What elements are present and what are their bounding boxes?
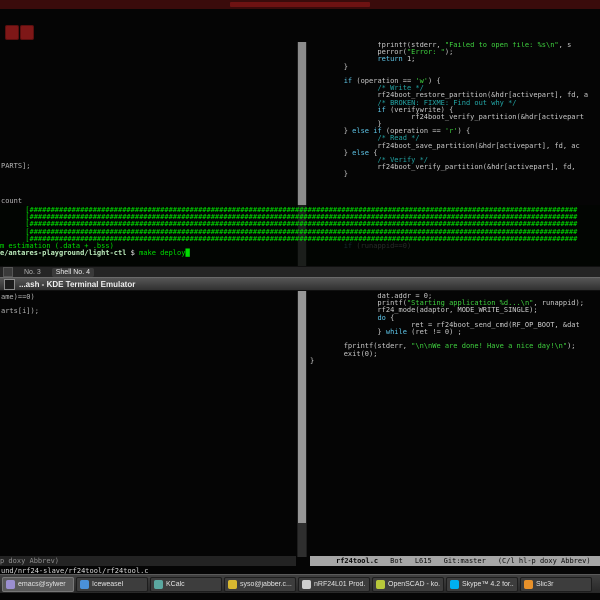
window-title: ...ash - KDE Terminal Emulator <box>19 279 136 289</box>
tab-list-icon[interactable] <box>3 267 13 277</box>
code-line: return 1; <box>377 55 416 64</box>
desktop-red-icon-2[interactable] <box>20 25 34 40</box>
taskbar-button-kcalc[interactable]: KCalc <box>150 576 222 592</box>
taskbar-button-jabber[interactable]: syso@jabber.c... <box>224 576 296 592</box>
window-title-bar[interactable]: ...ash - KDE Terminal Emulator <box>0 277 600 291</box>
taskbar-button-label: Skype™ 4.2 for... <box>462 580 514 588</box>
emacs-icon <box>6 579 15 589</box>
code-line: exit(0); <box>310 349 378 358</box>
emacs-modeline-active[interactable]: rf24tool.c Bot L615 Git:master (C/l hl-p… <box>310 556 600 566</box>
taskbar-button-emacs[interactable]: emacs@sylwer <box>2 576 74 592</box>
code-line: e/antares-playground/light-ctl $ make de… <box>0 249 190 258</box>
taskbar-button-label: Slic3r <box>536 580 554 588</box>
code-line: } <box>310 356 315 365</box>
code-line: } <box>310 62 348 71</box>
code-line: rf24boot_verify_partition(&hdr[activepar… <box>310 163 580 172</box>
emacs-bottom-right-code[interactable]: dat.addr = 0; printf("Starting applicati… <box>310 293 600 423</box>
code-line: } <box>310 170 348 179</box>
konsole-terminal[interactable]: [#######################################… <box>0 205 600 266</box>
modeline-line-number: L615 <box>414 557 432 565</box>
status-bar <box>0 0 600 9</box>
taskbar-button-iceweasel[interactable]: Iceweasel <box>76 576 148 592</box>
scrollbar-thumb[interactable] <box>298 291 306 523</box>
skype-icon <box>450 579 459 589</box>
emacs-left-buffer-fragment: PARTS]; <box>1 162 31 170</box>
taskbar-button-label: OpenSCAD - ko... <box>388 580 440 588</box>
taskbar-button-slic3r[interactable]: Slic3r <box>520 576 592 592</box>
taskbar-button-label: KCalc <box>166 580 185 588</box>
tab-shell-4[interactable]: Shell No. 4 <box>51 267 94 277</box>
konsole-tab-bar: No. 3 Shell No. 4 <box>0 266 600 277</box>
emacs-left-buffer-fragment: ame)==0) <box>1 293 35 301</box>
taskbar-button-openscad[interactable]: OpenSCAD - ko... <box>372 576 444 592</box>
modeline-buffer-name: rf24tool.c <box>336 557 379 565</box>
slic3r-icon <box>524 579 533 589</box>
taskbar-button-label: syso@jabber.c... <box>240 580 292 588</box>
status-bar-text <box>230 2 370 7</box>
modeline-modes: (C/l hl-p doxy Abbrev) <box>497 557 591 565</box>
taskbar-button-skype[interactable]: Skype™ 4.2 for... <box>446 576 518 592</box>
terminal-window-icon[interactable] <box>4 278 15 290</box>
emacs-scrollbar-bottom[interactable] <box>297 291 307 557</box>
emacs-left-buffer-fragment: arts[i]); <box>1 307 39 315</box>
document-icon <box>302 579 311 589</box>
openscad-icon <box>376 579 385 589</box>
modeline-position: Bot <box>390 557 403 565</box>
jabber-icon <box>228 579 237 589</box>
taskbar-button-label: Iceweasel <box>92 580 124 588</box>
desktop: fprintf(stderr, "Failed to open file: %s… <box>0 0 600 600</box>
taskbar-button-label: nRF24L01 Prod... <box>314 580 366 588</box>
tab-shell-3[interactable]: No. 3 <box>20 268 45 277</box>
iceweasel-icon <box>80 579 89 589</box>
desktop-red-icon-1[interactable] <box>5 25 19 40</box>
taskbar-button-nrf24-doc[interactable]: nRF24L01 Prod... <box>298 576 370 592</box>
modeline-vc-branch: Git:master <box>443 557 486 565</box>
kcalc-icon <box>154 579 163 589</box>
taskbar-button-label: emacs@sylwer <box>18 580 66 588</box>
taskbar: emacs@sylwer Iceweasel KCalc syso@jabber… <box>0 574 600 593</box>
code-line: } while (ret != 0) ; <box>310 327 462 336</box>
emacs-modeline-inactive[interactable]: p doxy Abbrev) <box>0 556 296 566</box>
